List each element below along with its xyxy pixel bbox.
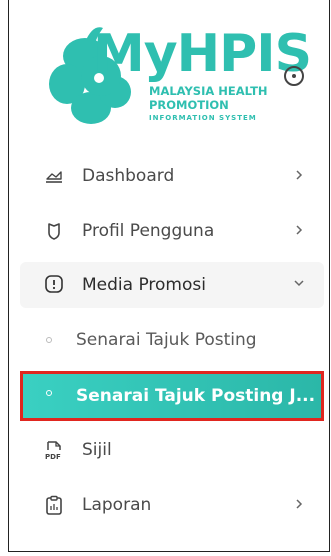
sidebar-item-label: Profil Pengguna [82, 221, 215, 241]
sidebar-item-media-promosi[interactable]: Media Promosi [20, 262, 324, 308]
chevron-right-icon [296, 499, 303, 509]
sidebar-subitem-senarai-tajuk-posting-j[interactable]: Senarai Tajuk Posting J... [20, 371, 324, 421]
sidebar-item-label: Senarai Tajuk Posting J... [76, 386, 316, 406]
sidebar-item-label: Sijil [82, 440, 112, 460]
sidebar-item-label: Media Promosi [82, 275, 206, 295]
circle-dot-icon [292, 74, 296, 78]
logo-title: MyHPIS [93, 24, 312, 84]
sidebar-item-laporan[interactable]: Laporan [20, 483, 324, 527]
sidebar-item-profil-pengguna[interactable]: Profil Pengguna [20, 209, 324, 253]
logo-subtitle-2: PROMOTION [149, 98, 229, 112]
sidebar-item-dashboard[interactable]: Dashboard [20, 154, 324, 198]
clipboard-icon [46, 495, 62, 515]
sidebar-item-label: Laporan [82, 495, 152, 515]
sidebar-subitem-senarai-tajuk-posting[interactable]: Senarai Tajuk Posting [20, 318, 324, 362]
circle-bullet-icon [46, 390, 52, 396]
sidebar-item-sijil[interactable]: PDF Sijil [20, 428, 324, 472]
sidebar-toggle-button[interactable] [284, 66, 304, 86]
alert-circle-icon [45, 275, 63, 293]
chevron-down-icon [294, 280, 304, 287]
logo-subtitle-1: MALAYSIA HEALTH [149, 84, 268, 98]
chevron-right-icon [296, 225, 303, 235]
pdf-file-icon: PDF [45, 441, 61, 460]
sidebar-item-label: Senarai Tajuk Posting [76, 330, 257, 350]
shield-icon [48, 223, 60, 240]
circle-bullet-icon [46, 337, 52, 343]
sidebar-item-label: Dashboard [82, 166, 175, 186]
logo-subtitle-3: INFORMATION SYSTEM [149, 114, 257, 122]
chevron-right-icon [296, 170, 303, 180]
svg-text:PDF: PDF [45, 453, 61, 460]
chart-area-icon [46, 171, 62, 183]
app-logo[interactable]: MyHPIS MALAYSIA HEALTH PROMOTION INFORMA… [45, 22, 312, 134]
